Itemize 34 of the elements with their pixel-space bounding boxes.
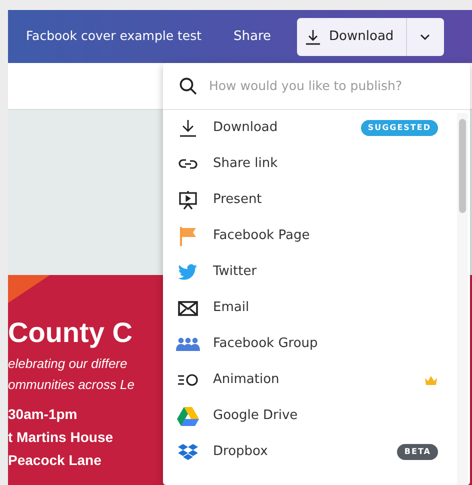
download-icon [305,28,322,44]
menu-item[interactable]: Present [163,182,470,218]
design-detail: t Martins House [8,428,114,447]
design-tagline: elebrating our differe [8,355,128,373]
document-title: Facbook cover example test [26,27,202,46]
design-detail: 30am-1pm [8,405,78,424]
menu-item[interactable]: Twitter [163,254,470,290]
flag-icon [179,226,197,246]
menu-badge: SUGGESTED [360,120,438,136]
design-heading: County C [8,319,134,347]
link-icon [178,157,198,171]
design-detail: Peacock Lane [8,451,102,470]
envelope-icon [178,300,198,316]
design-tagline: ommunities across Le [8,376,134,394]
menu-item[interactable]: Email [163,290,470,326]
box-icon [177,443,199,461]
motion-circle-icon [177,373,199,387]
menu-item[interactable]: Animation [163,362,470,398]
menu-item[interactable]: Dropbox BETA [163,434,470,470]
menu-item[interactable]: Download SUGGESTED [163,110,470,146]
menu-badge: BETA [397,444,438,460]
people-icon [176,337,200,351]
caret-icon [419,32,432,40]
triangle-shape [8,275,50,303]
menu-item[interactable]: Facebook Group [163,326,470,362]
menu-item[interactable]: Facebook Page [163,218,470,254]
menu-item[interactable]: Share link [163,146,470,182]
presentation-icon [178,190,198,210]
triangle-logo-icon [177,406,199,426]
download-icon [178,118,198,138]
share-button[interactable]: Share [224,18,282,54]
bird-icon [178,264,198,280]
menu-item[interactable]: Google Drive [163,398,470,434]
search-icon [179,77,197,95]
